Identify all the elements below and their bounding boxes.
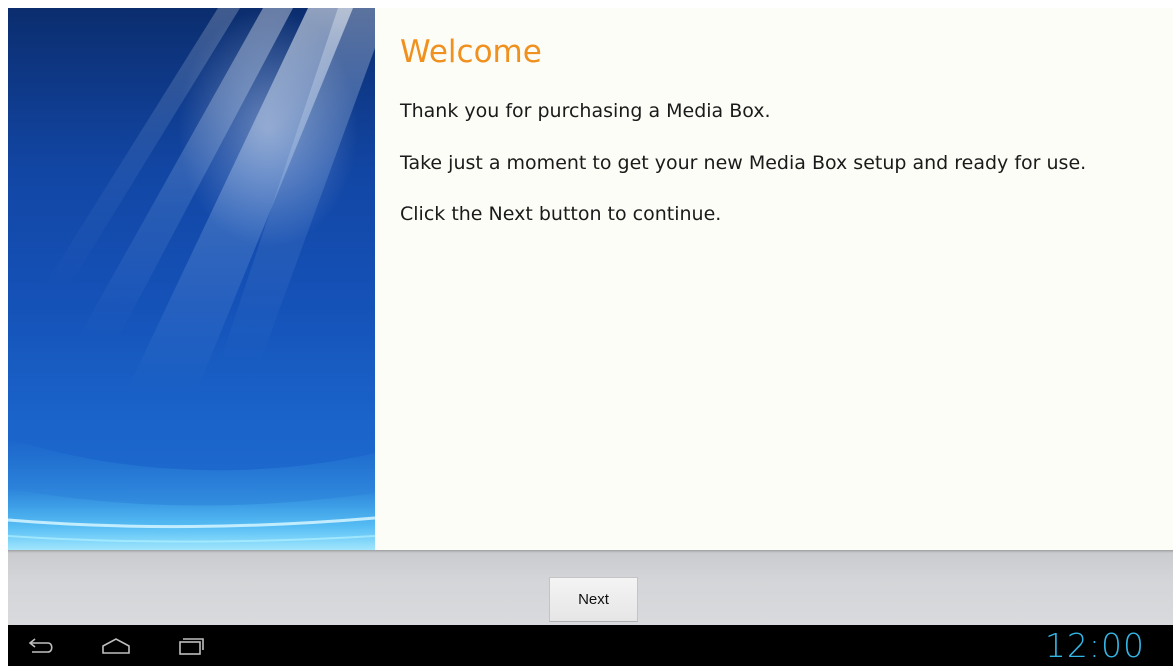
back-icon[interactable]: [22, 633, 62, 659]
home-icon[interactable]: [96, 633, 136, 659]
welcome-text-2: Take just a moment to get your new Media…: [400, 152, 1087, 174]
welcome-text-1: Thank you for purchasing a Media Box.: [400, 100, 771, 122]
recent-apps-icon[interactable]: [170, 633, 210, 659]
setup-wizard-screen: Welcome Thank you for purchasing a Media…: [0, 0, 1173, 666]
welcome-artwork: [8, 8, 375, 550]
next-button[interactable]: Next: [549, 577, 638, 622]
welcome-text-3: Click the Next button to continue.: [400, 203, 722, 225]
status-clock: 12:00: [1044, 626, 1145, 665]
page-title: Welcome: [400, 34, 542, 70]
system-navigation-bar: 12:00: [8, 625, 1173, 666]
wizard-button-bar: Next: [8, 550, 1173, 625]
welcome-content: Welcome Thank you for purchasing a Media…: [375, 8, 1173, 550]
